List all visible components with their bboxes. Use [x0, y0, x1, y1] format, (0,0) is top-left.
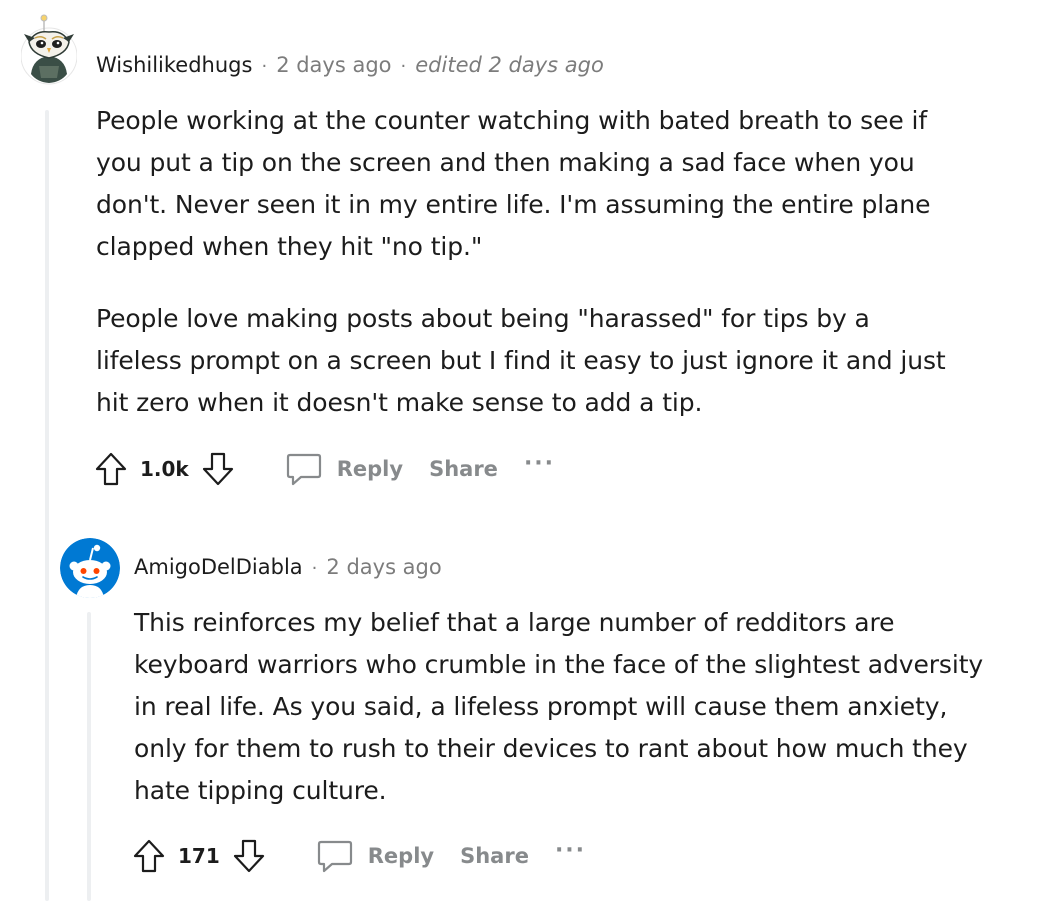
owl-mask-avatar-icon	[21, 14, 77, 85]
timestamp[interactable]: 2 days ago	[326, 555, 441, 579]
more-options-button[interactable]: ···	[524, 453, 555, 479]
downvote-button[interactable]	[201, 451, 235, 487]
timestamp[interactable]: 2 days ago	[276, 53, 391, 77]
comment-bubble-icon	[285, 450, 323, 488]
comment-meta: Wishilikedhugs · 2 days ago · edited 2 d…	[96, 53, 604, 77]
downvote-button[interactable]	[232, 838, 266, 874]
comment-paragraph: People love making posts about being "ha…	[96, 304, 946, 417]
comment-actions: 171 Reply Share ···	[132, 836, 586, 876]
more-options-button[interactable]: ···	[555, 840, 586, 866]
upvote-arrow-icon	[133, 839, 165, 873]
comment-paragraph: People working at the counter watching w…	[96, 106, 931, 261]
comment-body: People working at the counter watching w…	[96, 100, 946, 424]
reply-button[interactable]: Reply	[279, 446, 409, 492]
vote-count: 171	[178, 844, 220, 868]
share-button[interactable]: Share	[423, 453, 504, 485]
snoo-avatar-icon	[60, 538, 120, 598]
edited-timestamp: edited 2 days ago	[415, 53, 604, 77]
share-button[interactable]: Share	[454, 840, 535, 872]
comment-actions: 1.0k Reply Share ···	[94, 449, 555, 489]
meta-separator: ·	[261, 56, 268, 77]
thread-line[interactable]	[45, 110, 49, 901]
meta-separator: ·	[311, 558, 318, 579]
downvote-arrow-icon	[202, 452, 233, 486]
thread-line[interactable]	[87, 612, 91, 901]
upvote-button[interactable]	[94, 451, 128, 487]
reply-label: Reply	[367, 844, 435, 868]
reply-label: Reply	[336, 457, 404, 481]
comment-paragraph: This reinforces my belief that a large n…	[134, 608, 984, 805]
upvote-arrow-icon	[95, 452, 127, 486]
downvote-arrow-icon	[233, 839, 264, 873]
vote-count: 1.0k	[140, 457, 189, 481]
comment-bubble-icon	[316, 837, 354, 875]
user-avatar[interactable]	[21, 12, 77, 88]
user-avatar[interactable]	[60, 538, 120, 598]
comment-body: This reinforces my belief that a large n…	[134, 602, 984, 812]
upvote-button[interactable]	[132, 838, 166, 874]
reply-button[interactable]: Reply	[310, 833, 440, 879]
username[interactable]: AmigoDelDiabla	[134, 555, 303, 579]
comment-meta: AmigoDelDiabla · 2 days ago	[134, 555, 442, 579]
meta-separator: ·	[400, 56, 407, 77]
username[interactable]: Wishilikedhugs	[96, 53, 252, 77]
